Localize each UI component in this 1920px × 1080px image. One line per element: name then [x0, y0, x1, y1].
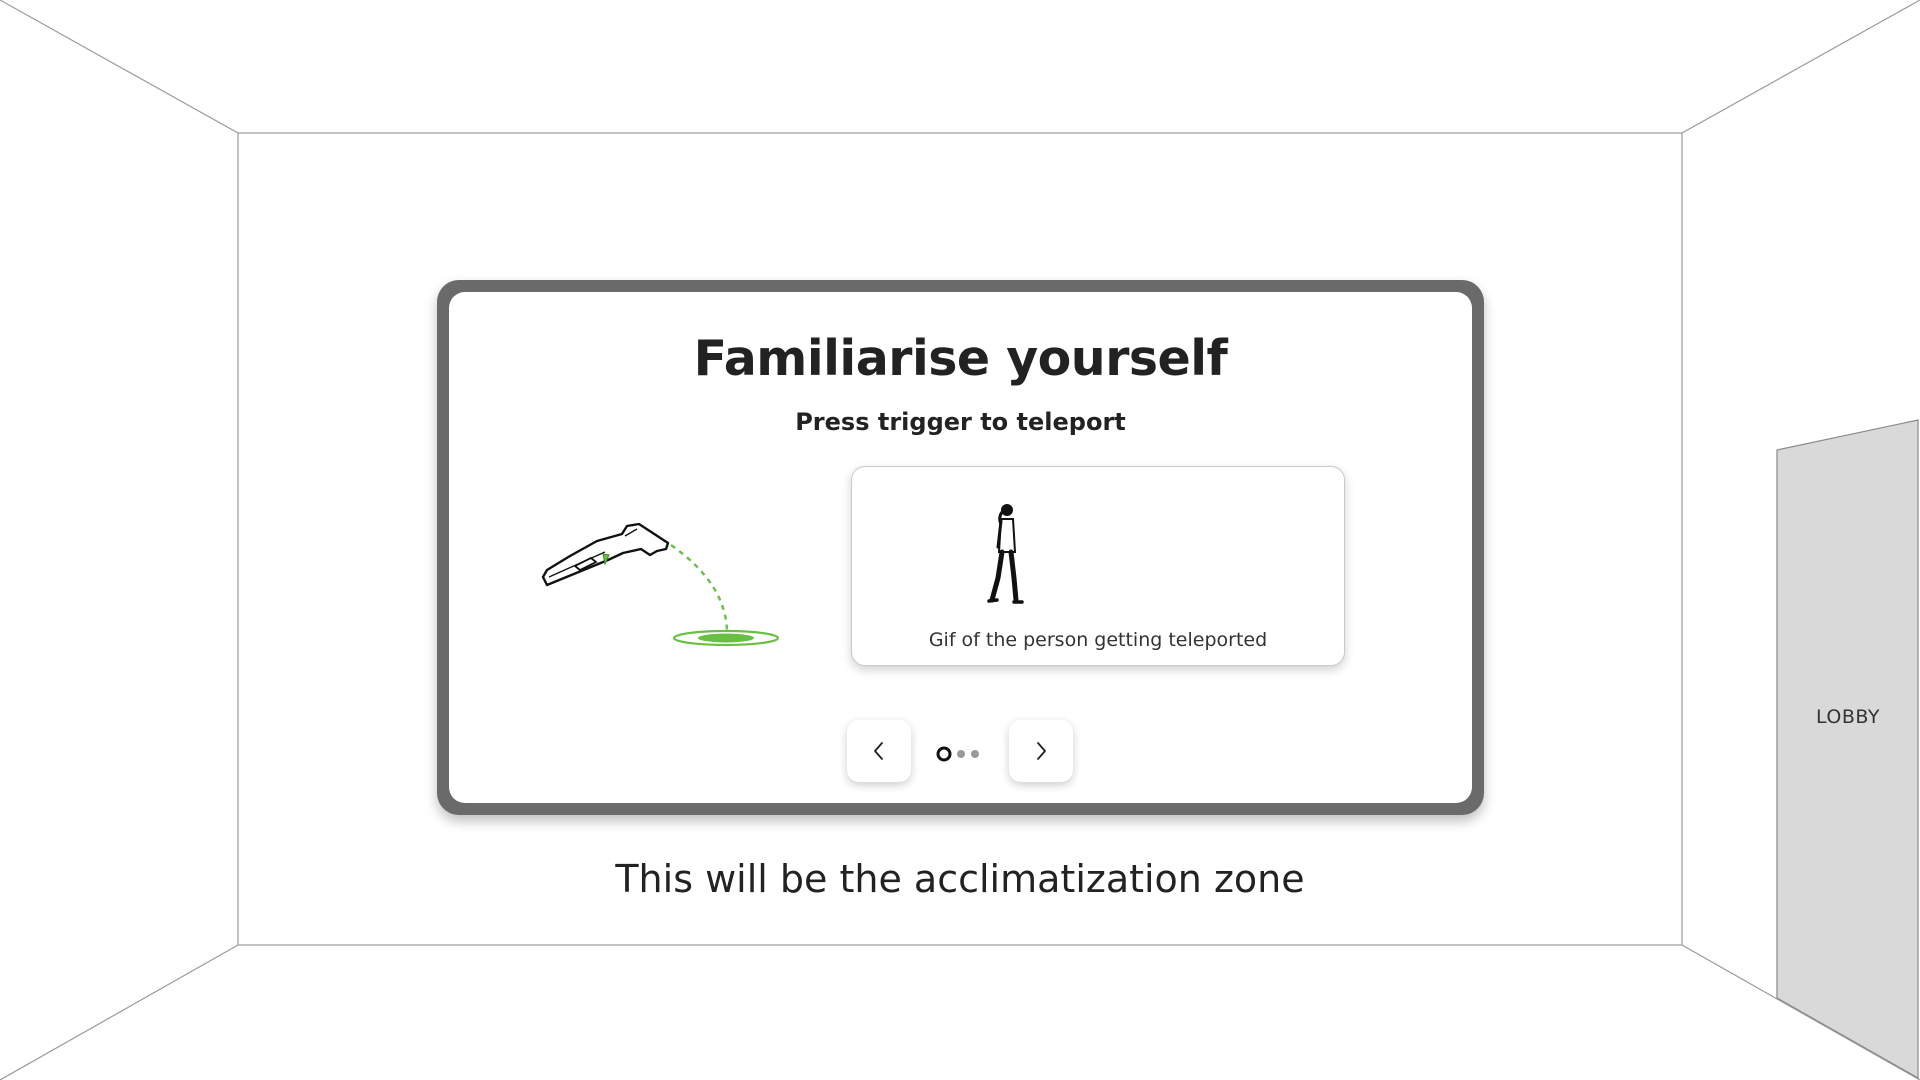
tutorial-panel-content: Familiarise yourself Press trigger to te… — [449, 292, 1472, 803]
chevron-right-icon — [1037, 742, 1046, 760]
page-dot-active[interactable] — [936, 746, 952, 762]
page-dot[interactable] — [957, 750, 965, 758]
teleport-arc — [670, 544, 729, 636]
chevron-left-icon — [874, 742, 883, 760]
panel-subtitle: Press trigger to teleport — [795, 408, 1126, 436]
page-dot[interactable] — [971, 750, 979, 758]
walking-person-icon — [987, 504, 1024, 604]
ceiling-edge-left — [0, 0, 239, 134]
page-indicator — [936, 746, 979, 762]
ceiling-edge-right — [1681, 0, 1920, 134]
teleport-target-icon — [672, 629, 780, 647]
gif-placeholder-card: Gif of the person getting teleported — [851, 466, 1345, 666]
next-page-button[interactable] — [1009, 720, 1073, 782]
prev-page-button[interactable] — [847, 720, 911, 782]
teleport-illustration — [541, 522, 780, 647]
vr-controller-icon — [541, 522, 670, 587]
tutorial-panel: Familiarise yourself Press trigger to te… — [437, 280, 1484, 815]
gif-caption: Gif of the person getting teleported — [928, 629, 1268, 651]
panel-title: Familiarise yourself — [693, 330, 1228, 387]
floor-edge-left — [0, 944, 239, 1080]
zone-label: This will be the acclimatization zone — [615, 857, 1305, 901]
lobby-door-label[interactable]: LOBBY — [1778, 706, 1918, 728]
lobby-door[interactable] — [1776, 419, 1919, 1080]
